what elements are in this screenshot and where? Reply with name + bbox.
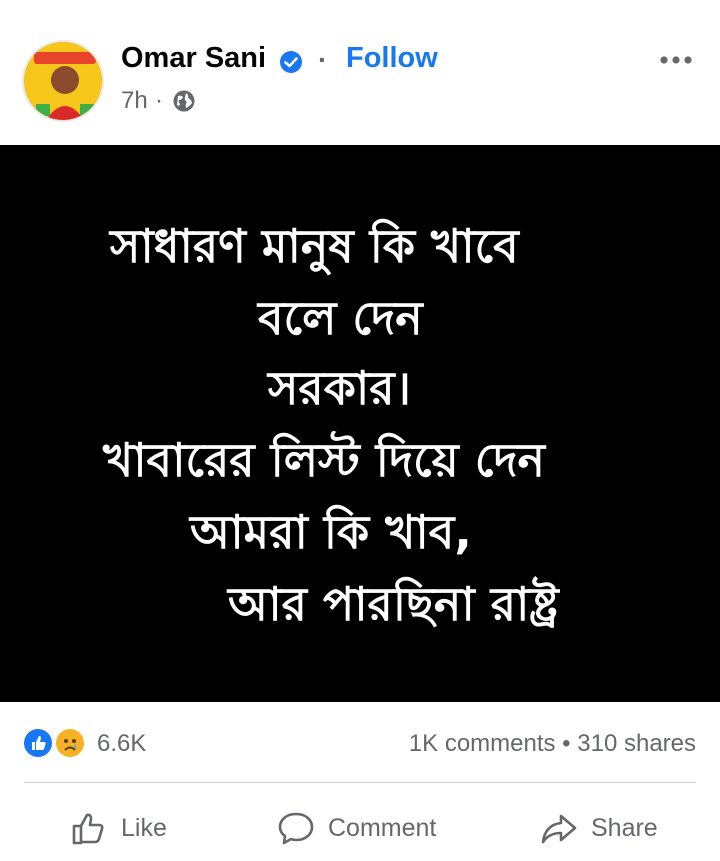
post-text-line: আমরা কি খাব, xyxy=(190,505,472,559)
share-button[interactable]: Share xyxy=(539,800,658,856)
post-text-line: সাধারণ মানুষ কি খাবে xyxy=(110,219,519,273)
follow-button[interactable]: Follow xyxy=(346,42,438,75)
globe-icon xyxy=(173,90,195,112)
reaction-count[interactable]: 6.6K xyxy=(97,730,146,758)
share-label: Share xyxy=(591,813,658,842)
comment-label: Comment xyxy=(328,813,437,842)
post-text-line: আর পারছিনা রাষ্ট্র xyxy=(228,577,559,631)
more-options-icon[interactable] xyxy=(656,50,696,70)
comments-shares-count[interactable]: 1K comments • 310 shares xyxy=(409,730,696,758)
post-text-line: সরকার। xyxy=(268,361,411,415)
post-time[interactable]: 7h xyxy=(121,87,148,115)
post-content[interactable]: সাধারণ মানুষ কি খাবে বলে দেন সরকার। খাবা… xyxy=(0,145,720,702)
divider xyxy=(24,782,696,783)
thumbs-up-icon xyxy=(72,813,104,845)
comment-button[interactable]: Comment xyxy=(276,800,436,856)
like-reaction-icon[interactable] xyxy=(22,727,54,759)
verified-badge-icon xyxy=(280,51,302,73)
header-separator: · xyxy=(318,44,328,75)
like-button[interactable]: Like xyxy=(69,800,167,856)
post-text-line: খাবারের লিস্ট দিয়ে দেন xyxy=(103,433,546,487)
sad-reaction-icon[interactable] xyxy=(54,727,86,759)
comment-bubble-icon xyxy=(278,812,314,845)
author-name[interactable]: Omar Sani xyxy=(121,42,266,75)
time-separator: · xyxy=(155,87,163,114)
post-text-line: বলে দেন xyxy=(258,291,423,345)
like-label: Like xyxy=(121,813,167,842)
author-avatar[interactable] xyxy=(22,40,104,122)
share-arrow-icon xyxy=(541,814,577,844)
